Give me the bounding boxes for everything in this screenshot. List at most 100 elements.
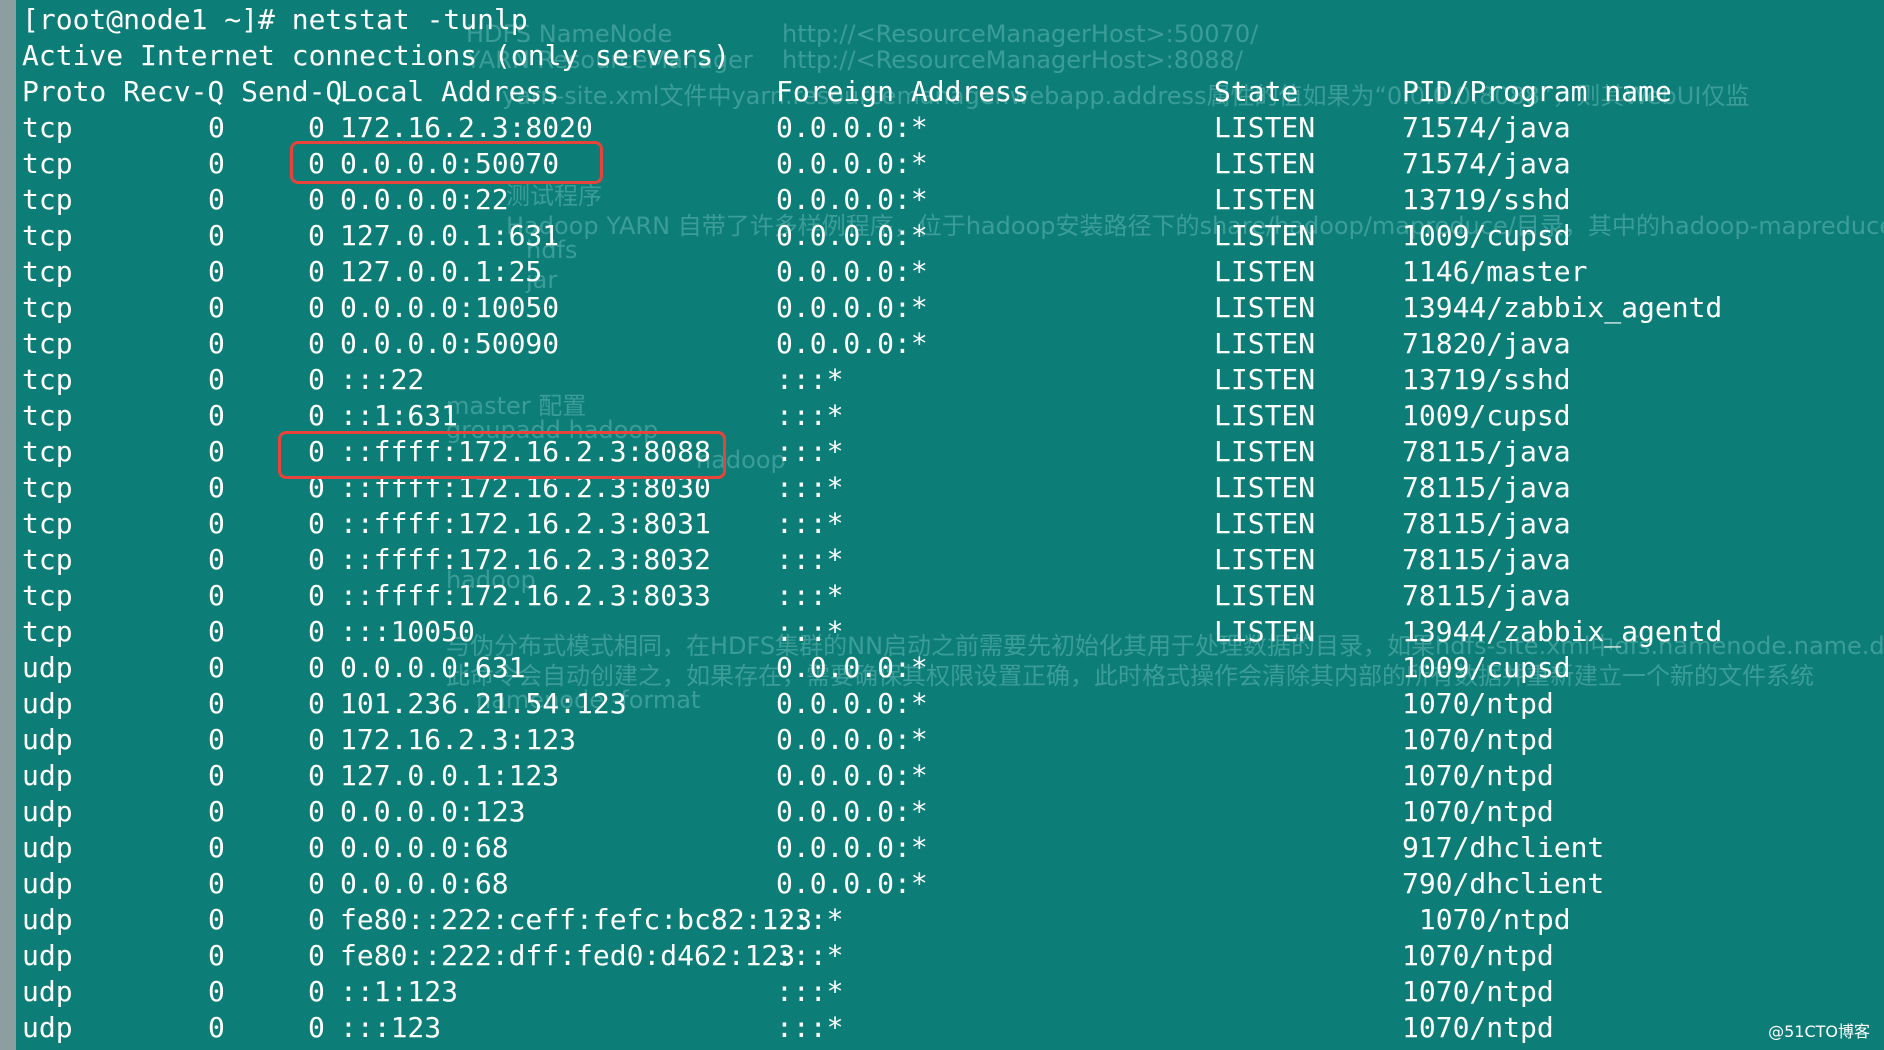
table-row: tcp 0 0 0.0.0.0:22 0.0.0.0:* LISTEN 13719/sshd	[22, 182, 1872, 218]
cell-pid-program: 78115/java	[1402, 471, 1571, 504]
cell-send-q: 0	[308, 183, 325, 216]
cell-send-q: 0	[308, 903, 325, 936]
cell-foreign-address: :::*	[776, 507, 844, 540]
highlight-box-8088	[278, 431, 726, 479]
cell-send-q: 0	[308, 399, 325, 432]
cell-pid-program: 78115/java	[1402, 543, 1571, 576]
cell-local-address: fe80::222:dff:fed0:d462:123	[340, 939, 796, 972]
table-row: tcp 0 0 127.0.0.1:631 0.0.0.0:* LISTEN 1009/cu…	[22, 218, 1872, 254]
cell-send-q: 0	[308, 975, 325, 1008]
table-row: tcp 0 0:::22:::* LISTEN 13719/sshd	[22, 362, 1872, 398]
cell-foreign-address: :::*	[776, 975, 844, 1008]
cell-send-q: 0	[308, 651, 325, 684]
header-local-address: Local Address	[340, 75, 560, 108]
cell-send-q: 0	[308, 507, 325, 540]
cell-recv-q: 0	[208, 327, 225, 360]
cell-send-q: 0	[308, 831, 325, 864]
cell-local-address: ::1:631	[340, 399, 459, 432]
cell-foreign-address: :::*	[776, 615, 844, 648]
cell-send-q: 0	[308, 543, 325, 576]
table-row: udp 0 0 0.0.0.0:631 0.0.0.0:* 1009/cupsd	[22, 650, 1872, 686]
cell-local-address: 127.0.0.1:25	[340, 255, 543, 288]
cell-proto: tcp	[22, 471, 73, 504]
cell-pid-program: 78115/java	[1402, 579, 1571, 612]
cell-foreign-address: 0.0.0.0:*	[776, 111, 928, 144]
cell-recv-q: 0	[208, 471, 225, 504]
cell-state: LISTEN	[1214, 219, 1316, 252]
table-row: tcp 0 0:::10050:::* LISTEN 13944/zabbix_agen…	[22, 614, 1872, 650]
cell-state: LISTEN	[1214, 615, 1316, 648]
table-row: tcp 0 0::ffff:172.16.2.3:8031:::* LISTEN 781…	[22, 506, 1872, 542]
cell-foreign-address: 0.0.0.0:*	[776, 183, 928, 216]
cell-recv-q: 0	[208, 1011, 225, 1044]
cell-pid-program: 1070/ntpd	[1402, 975, 1554, 1008]
cell-recv-q: 0	[208, 507, 225, 540]
cell-send-q: 0	[308, 867, 325, 900]
watermark: @51CTO博客	[1768, 1022, 1870, 1041]
cell-foreign-address: 0.0.0.0:*	[776, 723, 928, 756]
cell-recv-q: 0	[208, 723, 225, 756]
table-row: tcp 0 0 0.0.0.0:50090 0.0.0.0:* LISTEN 71820/j…	[22, 326, 1872, 362]
cell-local-address: 101.236.21.54:123	[340, 687, 627, 720]
output-subtitle: Active Internet connections (only server…	[22, 39, 731, 72]
cell-proto: udp	[22, 759, 73, 792]
cell-local-address: 127.0.0.1:631	[340, 219, 560, 252]
cell-state: LISTEN	[1214, 579, 1316, 612]
cell-proto: tcp	[22, 147, 73, 180]
cell-foreign-address: 0.0.0.0:*	[776, 291, 928, 324]
cell-send-q: 0	[308, 939, 325, 972]
cell-local-address: 0.0.0.0:68	[340, 867, 509, 900]
cell-send-q: 0	[308, 615, 325, 648]
cell-proto: tcp	[22, 615, 73, 648]
cell-state: LISTEN	[1214, 435, 1316, 468]
table-row: udp 0 0::1:123:::* 1070/ntpd	[22, 974, 1872, 1010]
cell-pid-program: 71820/java	[1402, 327, 1571, 360]
command-line: [root@node1 ~]# netstat -tunlp	[22, 3, 528, 36]
cell-foreign-address: 0.0.0.0:*	[776, 147, 928, 180]
cell-state: LISTEN	[1214, 507, 1316, 540]
cell-recv-q: 0	[208, 795, 225, 828]
cell-pid-program: 78115/java	[1402, 507, 1571, 540]
cell-pid-program: 13944/zabbix_agentd	[1402, 615, 1723, 648]
cell-proto: tcp	[22, 255, 73, 288]
cell-foreign-address: 0.0.0.0:*	[776, 651, 928, 684]
table-row: udp 0 0 127.0.0.1:123 0.0.0.0:* 1070/ntpd	[22, 758, 1872, 794]
cell-proto: udp	[22, 795, 73, 828]
cell-recv-q: 0	[208, 867, 225, 900]
cell-proto: udp	[22, 831, 73, 864]
table-row: udp 0 0 0.0.0.0:68 0.0.0.0:* 917/dhclient	[22, 830, 1872, 866]
cell-proto: tcp	[22, 291, 73, 324]
cell-send-q: 0	[308, 579, 325, 612]
cell-recv-q: 0	[208, 255, 225, 288]
cell-send-q: 0	[308, 363, 325, 396]
cell-pid-program: 1146/master	[1402, 255, 1588, 288]
ghost-text: http://<ResourceManagerHost>:8088/	[782, 46, 1243, 74]
cell-proto: udp	[22, 903, 73, 936]
cell-foreign-address: 0.0.0.0:*	[776, 867, 928, 900]
cell-send-q: 0	[308, 795, 325, 828]
cell-pid-program: 13719/sshd	[1402, 183, 1571, 216]
cell-state: LISTEN	[1214, 147, 1316, 180]
cell-send-q: 0	[308, 723, 325, 756]
cell-pid-program: 1009/cupsd	[1402, 651, 1571, 684]
cell-state: LISTEN	[1214, 255, 1316, 288]
cell-state: LISTEN	[1214, 291, 1316, 324]
cell-local-address: ::ffff:172.16.2.3:8031	[340, 507, 711, 540]
terminal-window[interactable]: HDFS NameNode http://<ResourceManagerHos…	[16, 0, 1884, 1050]
cell-local-address: ::ffff:172.16.2.3:8033	[340, 579, 711, 612]
cell-recv-q: 0	[208, 291, 225, 324]
cell-send-q: 0	[308, 291, 325, 324]
cell-proto: udp	[22, 867, 73, 900]
cell-foreign-address: 0.0.0.0:*	[776, 831, 928, 864]
table-row: tcp 0 0::ffff:172.16.2.3:8033:::* LISTEN 781…	[22, 578, 1872, 614]
cell-proto: tcp	[22, 507, 73, 540]
cell-pid-program: 71574/java	[1402, 111, 1571, 144]
cell-local-address: ::ffff:172.16.2.3:8032	[340, 543, 711, 576]
cell-send-q: 0	[308, 759, 325, 792]
header-pid-program: PID/Program name	[1402, 75, 1672, 108]
cell-proto: udp	[22, 723, 73, 756]
cell-local-address: 0.0.0.0:22	[340, 183, 509, 216]
cell-local-address: ::1:123	[340, 975, 459, 1008]
cell-send-q: 0	[308, 219, 325, 252]
cell-recv-q: 0	[208, 903, 225, 936]
